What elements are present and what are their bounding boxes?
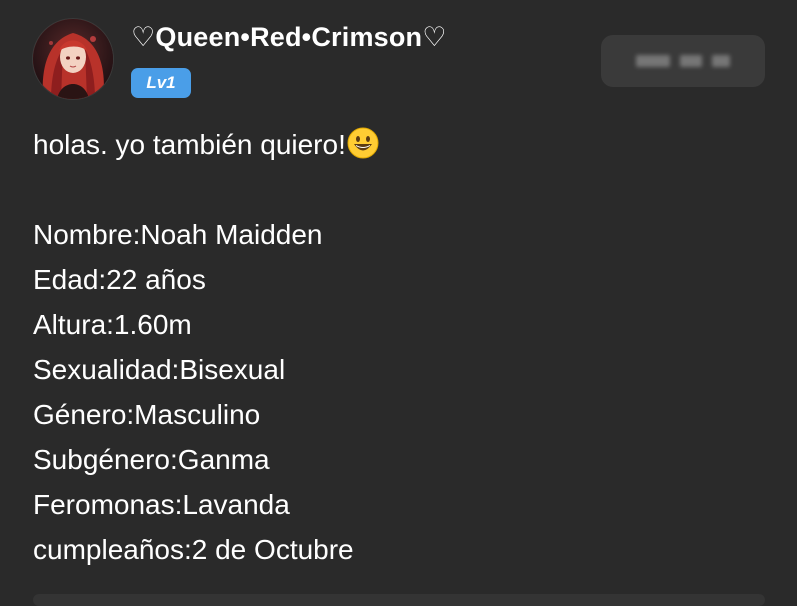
author-avatar[interactable] <box>33 19 113 99</box>
field-line: Género:Masculino <box>33 399 261 430</box>
field-line: Edad:22 años <box>33 264 206 295</box>
blurred-timestamp-part <box>636 55 670 67</box>
field-line: Nombre:Noah Maidden <box>33 219 323 250</box>
post-card: ♡Queen•Red•Crimson♡ Lv1 holas. yo tambié… <box>0 0 797 606</box>
blurred-timestamp-part <box>680 55 702 67</box>
post-body: holas. yo también quiero! Nombre:Noah Ma… <box>33 122 773 572</box>
intro-line: holas. yo también quiero! <box>33 122 773 167</box>
blurred-timestamp-part <box>712 55 730 67</box>
timestamp-pill <box>601 35 765 87</box>
level-badge: Lv1 <box>131 68 191 98</box>
intro-text: holas. yo también quiero! <box>33 129 346 160</box>
field-line: cumpleaños:2 de Octubre <box>33 534 354 565</box>
grinning-face-emoji-icon <box>347 127 379 159</box>
field-line: Altura:1.60m <box>33 309 192 340</box>
author-name[interactable]: ♡Queen•Red•Crimson♡ <box>131 22 447 53</box>
avatar-image <box>33 19 113 99</box>
field-line: Feromonas:Lavanda <box>33 489 290 520</box>
field-line: Sexualidad:Bisexual <box>33 354 286 385</box>
field-line: Subgénero:Ganma <box>33 444 270 475</box>
next-item-edge <box>33 594 765 606</box>
